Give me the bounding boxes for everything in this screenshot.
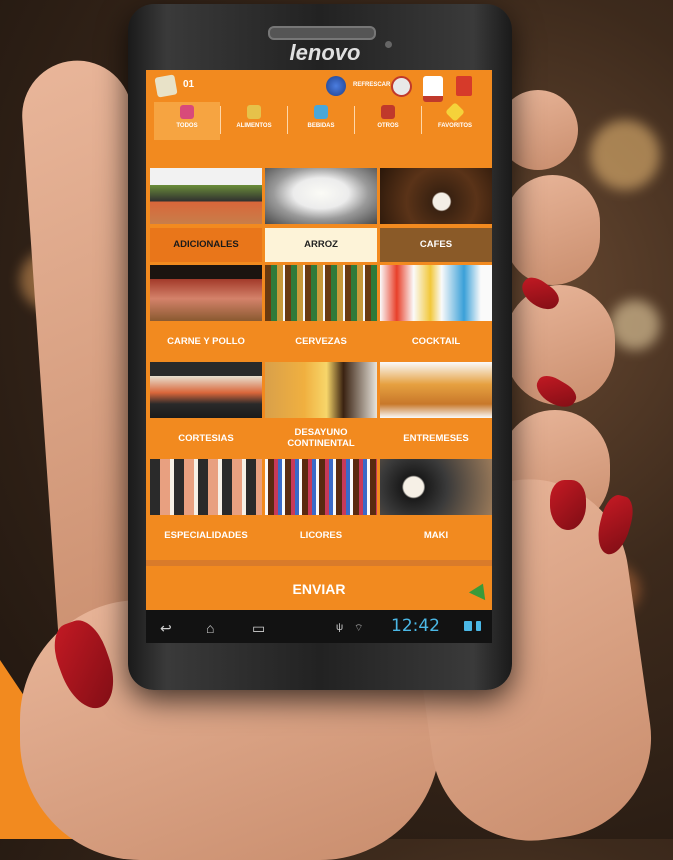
tab-label: OTROS <box>377 123 399 129</box>
android-navbar: ↩ ⌂ ▭ ψ ⌔ 12:42 <box>146 610 492 643</box>
phone-brand: lenovo <box>289 40 361 65</box>
tab-label: TODOS <box>176 123 198 129</box>
food-icon <box>247 105 261 119</box>
category-label: ARROZ <box>265 228 377 262</box>
home-icon[interactable] <box>423 76 443 102</box>
phone-speaker <box>268 26 376 40</box>
all-items-icon <box>180 105 194 119</box>
order-number: 01 <box>183 79 195 90</box>
clock-icon[interactable] <box>391 76 412 97</box>
category-label: CORTESIAS <box>150 422 262 456</box>
tab-todos[interactable]: TODOS <box>154 102 220 140</box>
tab-label: FAVORITOS <box>437 123 473 129</box>
tab-favoritos[interactable]: FAVORITOS <box>422 102 488 140</box>
category-label: MAKI <box>380 519 492 553</box>
category-label: ADICIONALES <box>150 228 262 262</box>
other-icon <box>381 105 395 119</box>
tab-alimentos[interactable]: ALIMENTOS <box>221 102 287 140</box>
home-nav-icon[interactable]: ⌂ <box>206 620 214 636</box>
breakfast-photo <box>265 362 377 418</box>
fingernail <box>550 480 586 530</box>
category-label: CAFES <box>380 228 492 262</box>
cocktail-glasses-photo <box>380 265 492 321</box>
order-notepad-icon[interactable] <box>154 74 178 98</box>
usb-icon: ψ <box>336 622 344 633</box>
category-label: COCKTAIL <box>380 325 492 359</box>
status-time: 12:42 <box>391 616 440 636</box>
recent-apps-icon[interactable]: ▭ <box>252 620 265 637</box>
next-row-peek <box>146 560 492 566</box>
app-topbar: 01 REFRESCAR <box>146 70 492 102</box>
drink-icon <box>314 105 328 119</box>
fried-snacks-photo <box>380 362 492 418</box>
meat-board-photo <box>150 265 262 321</box>
liquor-bottles-photo <box>265 459 377 515</box>
category-label: LICORES <box>265 519 377 553</box>
send-button[interactable]: ENVIAR <box>146 568 492 610</box>
category-label: CARNE Y POLLO <box>150 325 262 359</box>
signal-icon <box>464 621 472 631</box>
tab-label: ALIMENTOS <box>236 123 272 129</box>
category-tabs: TODOS ALIMENTOS BEBIDAS OTROS FAVORITOS <box>146 102 492 140</box>
sushi-platter-photo <box>150 168 262 224</box>
refresh-label: REFRESCAR <box>353 82 391 88</box>
phone-camera <box>385 41 392 48</box>
sushi-rolls-photo <box>150 362 262 418</box>
beer-bottles-photo <box>265 265 377 321</box>
back-icon[interactable]: ↩ <box>160 620 172 637</box>
finger <box>505 175 600 285</box>
tab-otros[interactable]: OTROS <box>355 102 421 140</box>
wifi-icon: ⌔ <box>354 623 364 634</box>
tab-bebidas[interactable]: BEBIDAS <box>288 102 354 140</box>
exit-icon[interactable] <box>456 76 472 96</box>
star-icon <box>445 102 465 122</box>
category-label: ENTREMESES <box>380 422 492 456</box>
category-label: ESPECIALIDADES <box>150 519 262 553</box>
category-label: CERVEZAS <box>265 325 377 359</box>
sushi-specials-photo <box>150 459 262 515</box>
maki-rolls-photo <box>380 459 492 515</box>
rice-bowl-photo <box>265 168 377 224</box>
app-screen: 01 REFRESCAR TODOS ALIMENTOS BEBIDAS OTR… <box>146 70 492 643</box>
tab-label: BEBIDAS <box>307 123 335 129</box>
category-label: DESAYUNO CONTINENTAL <box>265 422 377 456</box>
coffee-cup-photo <box>380 168 492 224</box>
refresh-icon[interactable] <box>326 76 346 96</box>
battery-icon <box>476 621 481 631</box>
